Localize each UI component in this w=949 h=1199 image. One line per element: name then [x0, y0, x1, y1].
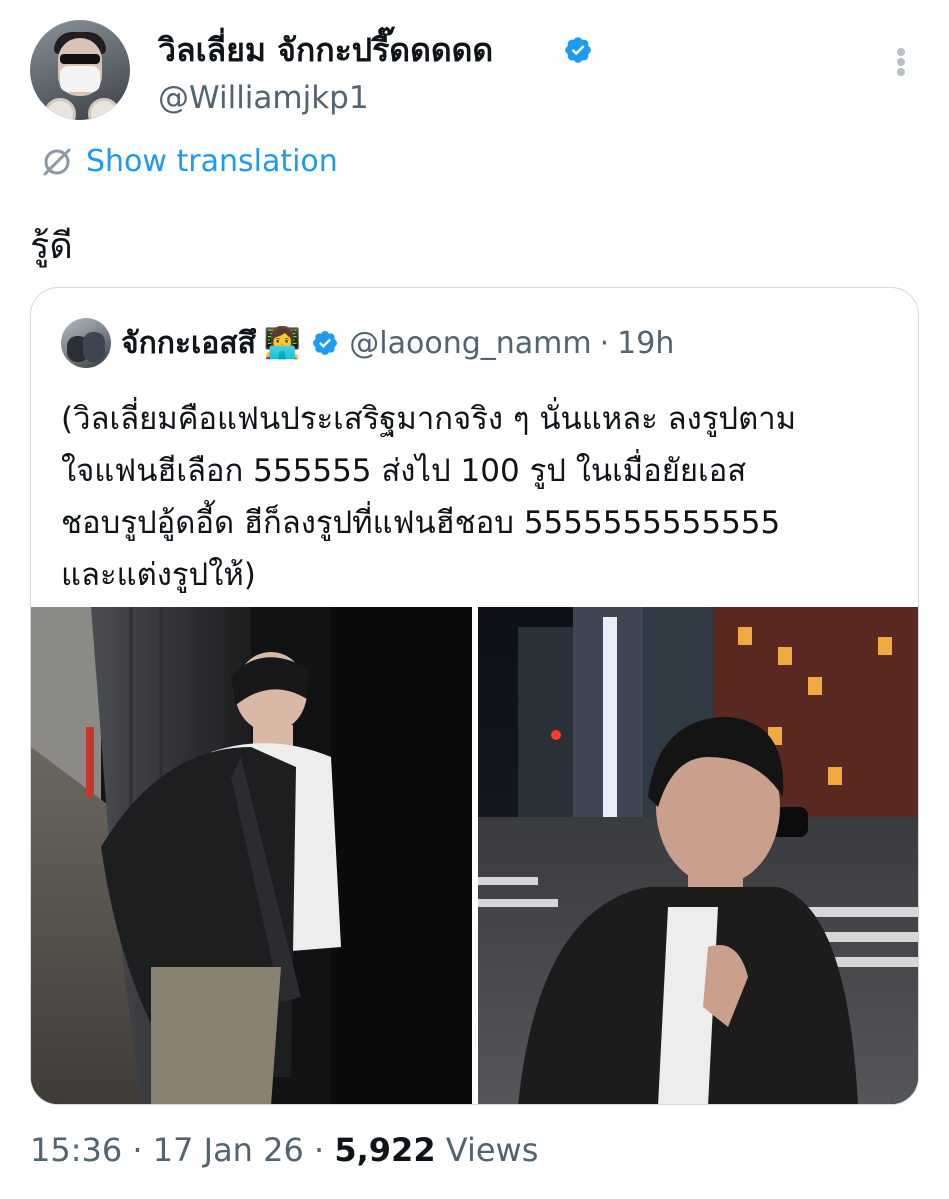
tweet-meta: 15:36 · 17 Jan 26 · 5,922 Views — [30, 1128, 538, 1172]
quoted-tweet-card[interactable]: จักกะเอสสึ 👩‍💻 @laoong_namm · 19h (วิลเล… — [30, 287, 919, 1105]
author-handle[interactable]: @Williamjkp1 — [158, 78, 369, 118]
quoted-tweet-photo-2[interactable] — [478, 607, 918, 1104]
more-icon[interactable] — [890, 42, 912, 82]
verified-badge-icon — [565, 37, 591, 63]
author-display-name[interactable]: วิลเลี่ยม จักกะปรี๊ดดดดด — [158, 30, 493, 70]
author-avatar[interactable] — [30, 20, 130, 120]
translate-globe-icon — [43, 148, 71, 176]
quoted-author-display-name[interactable]: จักกะเอสสึ — [121, 320, 256, 367]
quoted-tweet-header: จักกะเอสสึ 👩‍💻 @laoong_namm · 19h — [121, 318, 674, 368]
verified-badge-icon — [313, 331, 338, 355]
technologist-emoji-icon: 👩‍💻 — [263, 325, 302, 361]
quoted-author-avatar[interactable] — [61, 318, 111, 368]
tweet-text: รู้ดี — [30, 226, 73, 267]
views-count: 5,922 — [334, 1131, 436, 1169]
separator-dot: · — [599, 325, 610, 361]
quoted-author-handle[interactable]: @laoong_namm — [349, 326, 591, 361]
quoted-tweet-text: (วิลเลี่ยมคือแฟนประเสริฐมากจริง ๆ นั่นแห… — [61, 401, 797, 593]
tweet-timestamp[interactable]: 15:36 · 17 Jan 26 · — [30, 1131, 334, 1169]
quoted-tweet-photo-1[interactable] — [31, 607, 472, 1104]
quoted-tweet-time[interactable]: 19h — [617, 326, 674, 361]
show-translation-button[interactable]: Show translation — [40, 140, 338, 184]
show-translation-label[interactable]: Show translation — [86, 142, 338, 182]
views-label: Views — [435, 1131, 539, 1169]
